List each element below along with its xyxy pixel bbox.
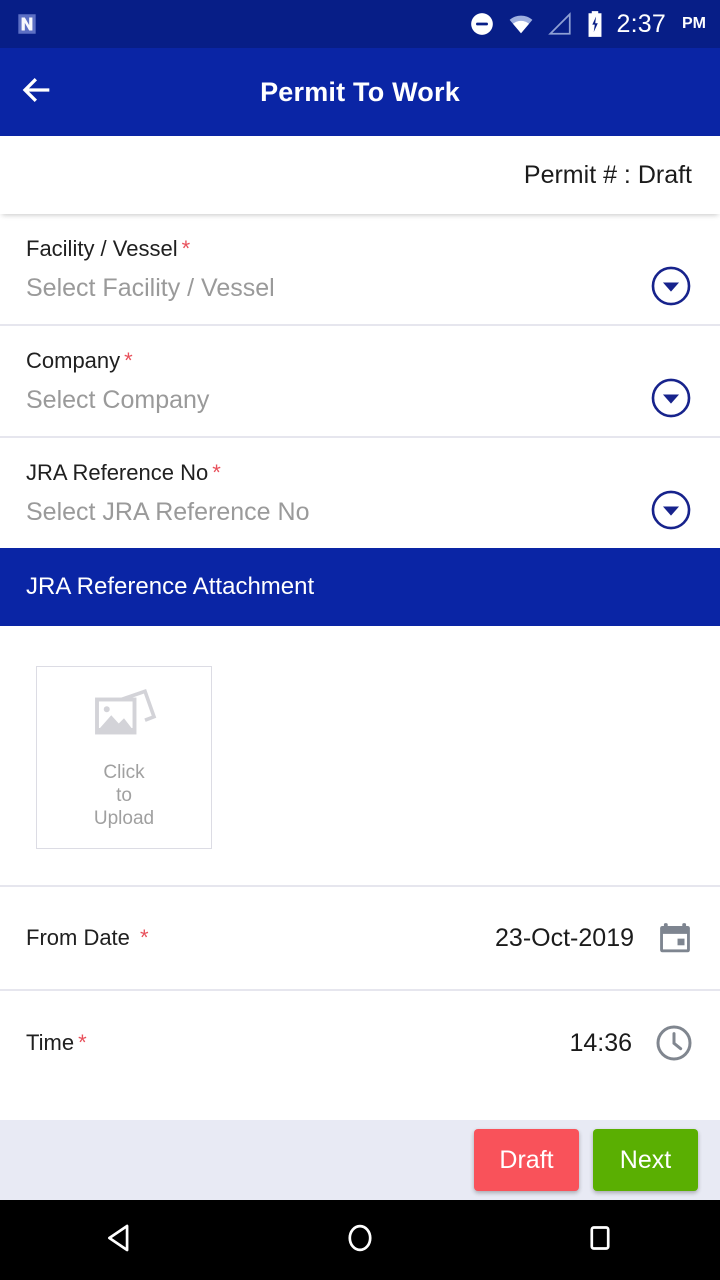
label-text: Time [26,1030,75,1055]
company-select-value: Select Company [26,385,210,414]
action-bar: Draft Next [0,1120,720,1200]
upload-caption-line3: Upload [93,807,155,829]
nav-home-icon [343,1221,377,1260]
field-company[interactable]: Company * Select Company [0,326,720,438]
app-screen: 2:37 PM Permit To Work Permit # : Draft … [0,0,720,1280]
field-facility-vessel[interactable]: Facility / Vessel * Select Facility / Ves… [0,214,720,326]
from-date-value: 23-Oct-2019 [495,923,634,952]
field-label-company: Company * [26,326,694,374]
label-text: Facility / Vessel [26,236,178,261]
permit-number-label: Permit # : Draft [523,160,692,189]
label-text: Company [26,348,121,373]
chevron-down-circle-icon[interactable] [650,489,692,536]
field-jra-reference-no[interactable]: JRA Reference No * Select JRA Reference N… [0,438,720,548]
status-bar-right: 2:37 PM [469,10,706,39]
upload-caption-line1: Click [103,761,145,783]
status-bar-left [14,11,40,37]
status-bar: 2:37 PM [0,0,720,48]
required-asterisk: * [181,236,191,261]
permit-number-row: Permit # : Draft [0,136,720,214]
cellular-signal-icon [547,11,573,37]
jra-reference-select-value: Select JRA Reference No [26,497,310,526]
upload-caption-line2: to [116,784,132,806]
back-arrow-icon [16,70,56,115]
photo-stack-icon [91,686,157,751]
chevron-down-circle-icon[interactable] [650,377,692,424]
section-header-jra-attachment: JRA Reference Attachment [0,548,720,626]
field-row-jra-reference-no[interactable]: Select JRA Reference No [26,486,694,548]
attachment-upload-area: Click to Upload [0,626,720,887]
next-button[interactable]: Next [593,1129,698,1191]
form-body: Facility / Vessel * Select Facility / Ves… [0,214,720,1120]
app-bar: Permit To Work [0,48,720,136]
field-from-date[interactable]: From Date * 23-Oct-2019 [0,887,720,991]
clock-icon[interactable] [654,1023,694,1063]
facility-vessel-select-value: Select Facility / Vessel [26,273,275,302]
section-header-title: JRA Reference Attachment [26,573,315,600]
upload-caption: Click to Upload [94,761,154,830]
nav-recents-button[interactable] [540,1200,660,1280]
time-value: 14:36 [569,1028,632,1057]
required-asterisk: * [78,1030,87,1055]
field-row-facility-vessel[interactable]: Select Facility / Vessel [26,262,694,324]
field-label-facility-vessel: Facility / Vessel * [26,214,694,262]
from-date-label: From Date * [26,925,495,951]
field-label-jra-reference-no: JRA Reference No * [26,438,694,486]
do-not-disturb-icon [469,11,495,37]
upload-button[interactable]: Click to Upload [36,666,212,849]
nav-back-icon [103,1221,137,1260]
time-label: Time * [26,1030,569,1056]
required-asterisk: * [212,460,221,485]
chevron-down-circle-icon[interactable] [650,265,692,312]
android-navigation-bar [0,1200,720,1280]
battery-charging-icon [585,10,605,38]
field-time[interactable]: Time * 14:36 [0,991,720,1095]
required-asterisk: * [124,348,133,373]
nav-back-button[interactable] [60,1200,180,1280]
nav-recents-icon [583,1221,617,1260]
draft-button[interactable]: Draft [474,1129,579,1191]
status-bar-clock: 2:37 [616,9,666,38]
back-button[interactable] [0,48,72,136]
calendar-icon[interactable] [656,919,694,957]
field-row-company[interactable]: Select Company [26,374,694,436]
page-title: Permit To Work [260,76,460,107]
label-text: From Date [26,925,130,950]
wifi-icon [507,11,535,37]
label-text: JRA Reference No [26,460,209,485]
app-notification-icon [14,11,40,37]
status-bar-ampm: PM [682,15,706,32]
required-asterisk: * [140,925,149,950]
nav-home-button[interactable] [300,1200,420,1280]
